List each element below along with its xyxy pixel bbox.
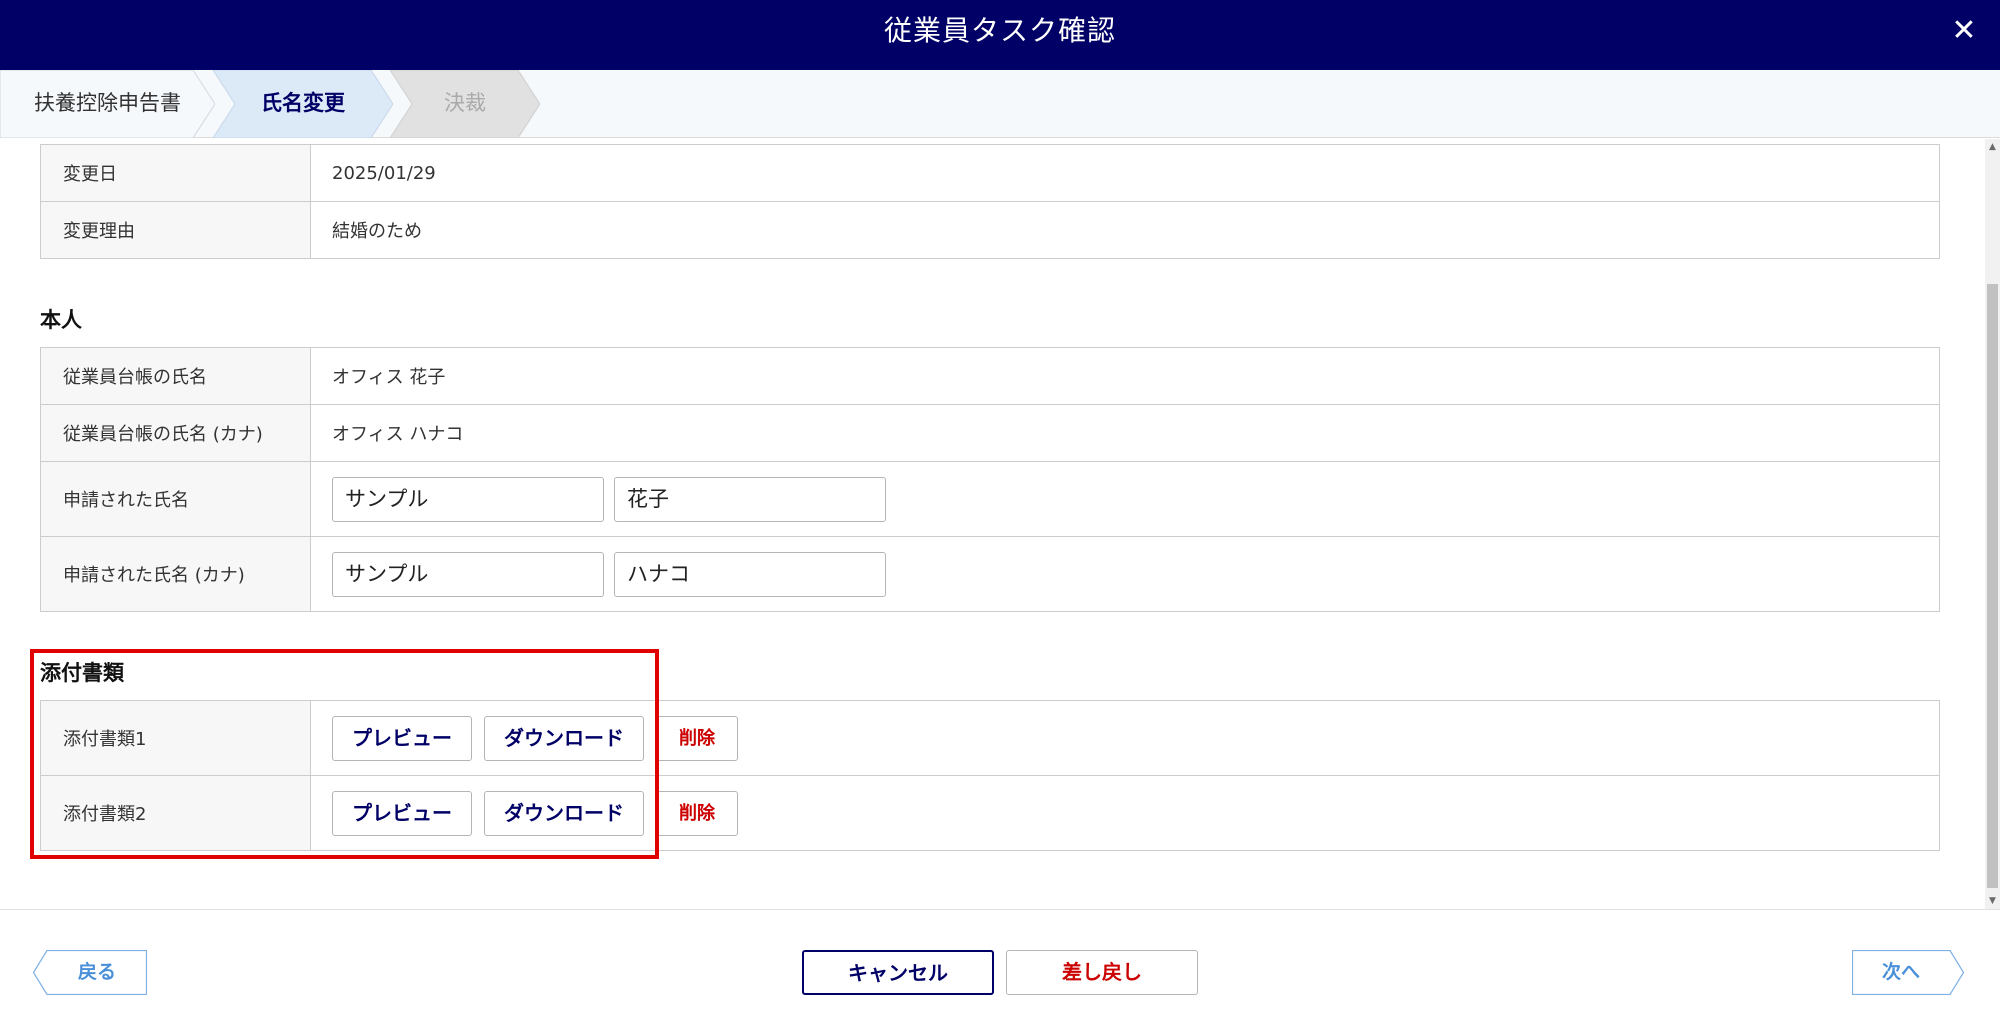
table-row: 従業員台帳の氏名 (カナ) オフィス ハナコ [40, 404, 1940, 462]
attachment-1-delete-button[interactable]: 削除 [656, 715, 738, 761]
change-info-table: 変更日 2025/01/29 変更理由 結婚のため [40, 144, 1940, 259]
back-button[interactable]: 戻る [33, 950, 147, 995]
step-dependent-deduction[interactable]: 扶養控除申告書 [0, 70, 215, 138]
close-icon[interactable]: ✕ [1946, 14, 1982, 50]
scroll-up-arrow-icon[interactable]: ▲ [1985, 141, 2000, 153]
scroll-thumb[interactable] [1987, 284, 1998, 888]
step-label: 扶養控除申告書 [34, 91, 181, 115]
requested-name-cell: サンプル 花子 [310, 461, 1940, 537]
step-breadcrumb: 扶養控除申告書 氏名変更 決裁 [0, 70, 2000, 138]
registry-kana-label: 従業員台帳の氏名 (カナ) [40, 404, 311, 462]
person-section-title: 本人 [40, 308, 82, 332]
step-label: 氏名変更 [261, 91, 345, 115]
table-row: 申請された氏名 (カナ) サンプル ハナコ [40, 536, 1940, 612]
step-name-change[interactable]: 氏名変更 [213, 70, 393, 138]
change-reason-label: 変更理由 [40, 201, 311, 259]
vertical-scrollbar[interactable]: ▲ ▼ [1985, 139, 2000, 909]
change-date-value: 2025/01/29 [310, 144, 1940, 202]
requested-name-label: 申請された氏名 [40, 461, 311, 537]
change-date-label: 変更日 [40, 144, 311, 202]
step-label: 決裁 [444, 91, 486, 115]
registry-name-value: オフィス 花子 [310, 347, 1940, 405]
requested-kana-label: 申請された氏名 (カナ) [40, 536, 311, 612]
footer-bar: 戻る キャンセル 差し戻し 次へ [0, 909, 2000, 1029]
person-table: 従業員台帳の氏名 オフィス 花子 従業員台帳の氏名 (カナ) オフィス ハナコ … [40, 347, 1940, 612]
requested-first-name-field[interactable]: 花子 [614, 476, 886, 522]
scroll-down-arrow-icon[interactable]: ▼ [1985, 895, 2000, 907]
table-row: 変更日 2025/01/29 [40, 144, 1940, 202]
attachments-highlight-frame [30, 649, 659, 859]
requested-last-kana-field[interactable]: サンプル [332, 551, 604, 597]
next-button[interactable]: 次へ [1852, 950, 1964, 995]
next-button-label: 次へ [1881, 961, 1920, 983]
registry-kana-value: オフィス ハナコ [310, 404, 1940, 462]
page-title: 従業員タスク確認 [883, 14, 1116, 47]
requested-kana-cell: サンプル ハナコ [310, 536, 1940, 612]
header-bar: 従業員タスク確認 ✕ [0, 0, 2000, 70]
table-row: 変更理由 結婚のため [40, 201, 1940, 259]
requested-last-name-field[interactable]: サンプル [332, 476, 604, 522]
registry-name-label: 従業員台帳の氏名 [40, 347, 311, 405]
change-reason-value: 結婚のため [310, 201, 1940, 259]
cancel-button[interactable]: キャンセル [802, 950, 994, 995]
requested-first-kana-field[interactable]: ハナコ [614, 551, 886, 597]
send-back-button[interactable]: 差し戻し [1006, 950, 1198, 995]
table-row: 従業員台帳の氏名 オフィス 花子 [40, 347, 1940, 405]
main-content: 変更日 2025/01/29 変更理由 結婚のため 本人 従業員台帳の氏名 オフ… [0, 139, 1985, 909]
attachment-2-delete-button[interactable]: 削除 [656, 790, 738, 836]
table-row: 申請された氏名 サンプル 花子 [40, 461, 1940, 537]
step-approval[interactable]: 決裁 [390, 70, 540, 138]
back-button-label: 戻る [77, 961, 116, 983]
